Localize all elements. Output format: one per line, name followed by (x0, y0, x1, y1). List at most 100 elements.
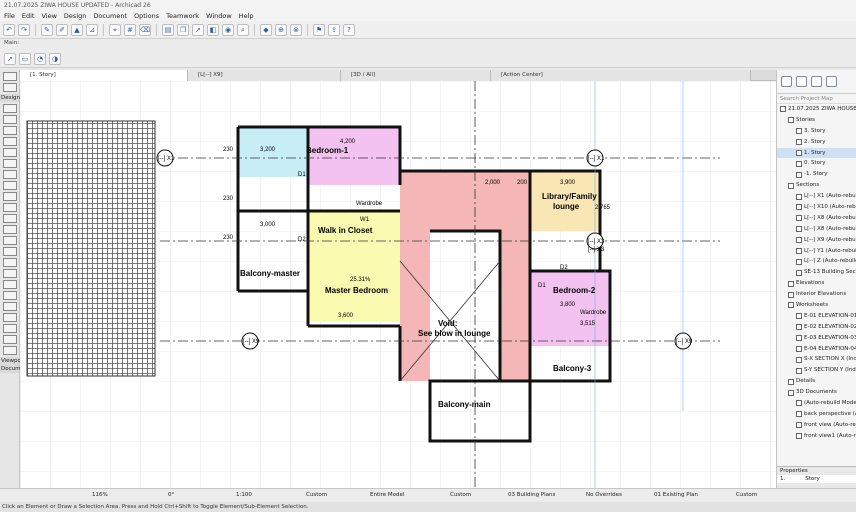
tree-item[interactable]: 2. Story (777, 137, 856, 148)
model-view-options[interactable]: Entire Model (370, 492, 404, 498)
tree-item[interactable]: Sections (777, 180, 856, 191)
section-icon[interactable]: ⊕ (275, 23, 287, 36)
wall-tool[interactable] (3, 104, 17, 113)
copy-icon[interactable]: ❐ (177, 23, 189, 36)
opening-tool[interactable] (3, 324, 17, 333)
tree-item[interactable]: 21.07.2025 ZIWA HOUSE UPDATED (777, 104, 856, 115)
redo-icon[interactable]: ↷ (18, 23, 30, 36)
tree-item[interactable]: SE-13 Building Section (777, 267, 856, 278)
tree-item[interactable]: L[--] Y1 (Auto-rebuild Model) (777, 246, 856, 257)
menu-edit[interactable]: Edit (22, 11, 35, 21)
trace-icon[interactable]: ◧ (207, 23, 219, 36)
grid-snap-icon[interactable]: # (124, 23, 136, 36)
inject-icon[interactable]: ✐ (56, 23, 68, 36)
3d-view-icon[interactable]: ◆ (260, 23, 272, 36)
lamp-tool[interactable] (3, 269, 17, 278)
menu-design[interactable]: Design (64, 11, 86, 21)
layer-combination[interactable]: Custom (306, 492, 327, 498)
tree-item[interactable]: Interior Elevations (777, 289, 856, 300)
tree-item[interactable]: E-02 ELEVATION-02 (777, 322, 856, 333)
tab-action-center[interactable]: [Action Center] (491, 70, 751, 81)
tree-item[interactable]: L[--] X1 (Auto-rebuild Model) (777, 191, 856, 202)
marquee-tool[interactable] (3, 83, 17, 92)
arrow-tool[interactable] (3, 72, 17, 81)
panel-tool[interactable] (3, 291, 17, 300)
zoom-level[interactable]: 116% (92, 492, 108, 498)
tree-item[interactable]: 0. Story (777, 158, 856, 169)
pick-up-icon[interactable]: ✎ (41, 23, 53, 36)
stair-tool[interactable] (3, 214, 17, 223)
object-tool[interactable] (3, 258, 17, 267)
elevation-icon[interactable]: ⊗ (290, 23, 302, 36)
tree-item[interactable]: front view (Auto-rebuild) (777, 420, 856, 431)
layout-book-icon[interactable] (811, 76, 822, 87)
eraser-icon[interactable]: ⌫ (139, 23, 151, 36)
curtain-wall-tool[interactable] (3, 181, 17, 190)
toolbox-document-section[interactable]: Docume (0, 365, 24, 373)
toolbox-viewpoint-section[interactable]: Viewpoi (0, 357, 22, 365)
tree-item[interactable]: -1. Story (777, 169, 856, 180)
tree-item[interactable]: Stories (777, 115, 856, 126)
frame-tool[interactable] (3, 302, 17, 311)
zoom-icon[interactable]: ⌕ (237, 23, 249, 36)
door-tool[interactable] (3, 192, 17, 201)
layers-icon[interactable]: ▤ (162, 23, 174, 36)
tree-item[interactable]: 3. Story (777, 126, 856, 137)
select-icon[interactable]: ➚ (192, 23, 204, 36)
tree-item[interactable]: S-X SECTION X (Independent) (777, 354, 856, 365)
tree-item[interactable]: E-01 ELEVATION-01 (777, 311, 856, 322)
marquee-icon[interactable]: ▭ (19, 53, 31, 65)
tree-item[interactable]: 1. Story (777, 147, 856, 159)
shell-tool[interactable] (3, 159, 17, 168)
zone-tool[interactable] (3, 247, 17, 256)
tree-item[interactable]: L[--] Z (Auto-rebuild Model) (777, 256, 856, 267)
selection-mode-icon[interactable]: ◑ (49, 53, 61, 65)
slab-tool[interactable] (3, 137, 17, 146)
snap-icon[interactable]: ⌖ (109, 23, 121, 36)
menu-options[interactable]: Options (134, 11, 159, 21)
menu-file[interactable]: File (4, 11, 15, 21)
pen-set[interactable]: Custom (450, 492, 471, 498)
tree-item[interactable]: 3D Documents (777, 387, 856, 398)
publish-icon[interactable]: ⇪ (328, 23, 340, 36)
guide-line-icon[interactable]: ⊿ (86, 23, 98, 36)
view-icon[interactable]: ◉ (222, 23, 234, 36)
menu-teamwork[interactable]: Teamwork (166, 11, 199, 21)
window-tool[interactable] (3, 203, 17, 212)
column-tool[interactable] (3, 115, 17, 124)
tree-item[interactable]: L[--] X8 (Auto-rebuild Model) (777, 213, 856, 224)
tree-item[interactable]: L[--] X8 (Auto-rebuild Model) (777, 224, 856, 235)
dimension-standard[interactable]: Custom (736, 492, 757, 498)
properties-value[interactable]: Story (805, 476, 820, 482)
publisher-icon[interactable] (826, 76, 837, 87)
renovation-filter[interactable]: 01 Existing Plan (654, 492, 698, 498)
shape-tool[interactable] (3, 346, 17, 355)
roof-tool[interactable] (3, 148, 17, 157)
tree-item[interactable]: L[--] X9 (Auto-rebuild Model) (777, 235, 856, 246)
menu-view[interactable]: View (41, 11, 56, 21)
beam-tool[interactable] (3, 126, 17, 135)
tree-item[interactable]: (Auto-rebuild Model) (777, 398, 856, 409)
flag-icon[interactable]: ⚑ (313, 23, 325, 36)
rotation-angle[interactable]: 0° (168, 492, 174, 498)
tab-section-x9[interactable]: [L[--] X9] (188, 70, 341, 81)
floor-plan-canvas[interactable]: Bedroom-1 Walk in Closet Balcony-master … (20, 81, 776, 488)
scale-selector[interactable]: 1:100 (236, 492, 252, 498)
tree-item[interactable]: Worksheets (777, 300, 856, 311)
tree-item[interactable]: E-04 ELEVATION-04 (777, 344, 856, 355)
profile-tool[interactable] (3, 335, 17, 344)
tree-item[interactable]: front view1 (Auto-rebuild) (777, 431, 856, 442)
graphic-overrides[interactable]: No Overrides (586, 492, 622, 498)
project-map-search[interactable]: Search Project Map (777, 94, 856, 104)
view-map-icon[interactable] (796, 76, 807, 87)
morph-tool[interactable] (3, 280, 17, 289)
tree-item[interactable]: back perspective (Auto-rebuild) (777, 409, 856, 420)
project-map-icon[interactable] (781, 76, 792, 87)
tree-item[interactable]: S-Y SECTION Y (Independent) (777, 365, 856, 376)
help-icon[interactable]: ? (343, 23, 355, 36)
skylight-tool[interactable] (3, 170, 17, 179)
tree-item[interactable]: L[--] X10 (Auto-rebuild Model) (777, 202, 856, 213)
menu-window[interactable]: Window (206, 11, 232, 21)
mesh-tool[interactable] (3, 236, 17, 245)
toolbox-design-section[interactable]: Design (0, 94, 20, 102)
